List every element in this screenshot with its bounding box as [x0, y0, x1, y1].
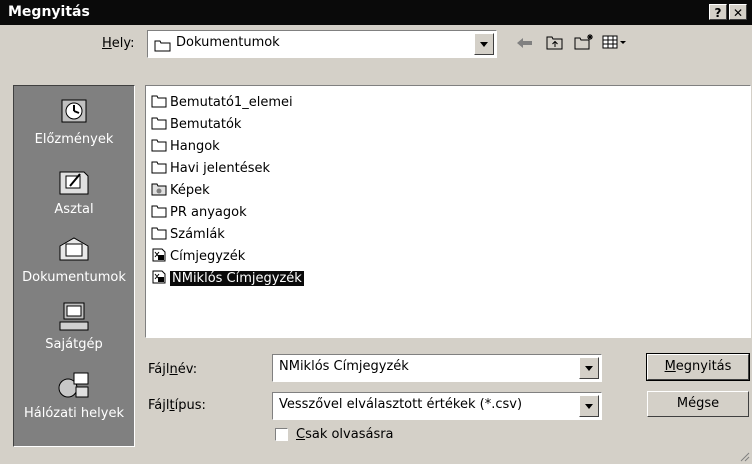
new-folder-icon[interactable] [573, 32, 595, 52]
folder-icon [151, 95, 167, 108]
filetype-label: Fájltípus: [148, 398, 206, 413]
readonly-checkbox[interactable] [275, 428, 288, 441]
image-folder-icon [151, 183, 167, 196]
desktop-icon [59, 171, 89, 195]
csv-file-icon [152, 270, 166, 284]
filename-input[interactable]: NMiklós Címjegyzék [272, 354, 602, 382]
list-item[interactable]: PR anyagok [151, 204, 247, 222]
place-history[interactable]: Előzmények [14, 96, 134, 147]
list-item[interactable]: Bemutatók [151, 116, 241, 134]
file-list[interactable]: Bemutató1_elemei Bemutatók Hangok Havi j… [145, 85, 751, 338]
my-computer-icon [59, 302, 89, 331]
location-value: Dokumentumok [176, 35, 280, 50]
help-button[interactable]: ? [709, 4, 727, 20]
list-item[interactable]: Címjegyzék [151, 248, 245, 266]
location-dropdown[interactable]: Dokumentumok [147, 30, 497, 58]
readonly-label[interactable]: Csak olvasásra [296, 427, 394, 442]
location-dropdown-button[interactable] [474, 33, 494, 55]
csv-file-icon [152, 248, 166, 262]
filetype-select[interactable]: Vesszővel elválasztott értékek (*.csv) [272, 392, 602, 420]
list-item[interactable]: Havi jelentések [151, 160, 270, 178]
up-folder-icon[interactable] [545, 32, 565, 52]
open-dialog: Megnyitás ? ✕ Hely: Dokumentumok Előzmén… [0, 0, 752, 464]
resize-grip-icon[interactable] [738, 450, 750, 462]
folder-icon [151, 205, 167, 218]
list-item[interactable]: Számlák [151, 226, 225, 244]
close-button[interactable]: ✕ [729, 4, 747, 20]
filename-value: NMiklós Címjegyzék [279, 359, 409, 374]
open-button[interactable]: Megnyitás [646, 353, 750, 381]
folder-icon [151, 161, 167, 174]
history-icon [61, 99, 87, 123]
folder-icon [151, 139, 167, 152]
cancel-button[interactable]: Mégse [647, 391, 749, 417]
title-bar[interactable]: Megnyitás ? ✕ [0, 0, 752, 25]
folder-icon [151, 227, 167, 240]
location-label: Hely: [102, 36, 135, 51]
back-arrow-icon[interactable] [515, 34, 535, 54]
places-bar: Előzmények Asztal Dokumentumok Sajátgép … [13, 85, 135, 447]
list-item-selected[interactable]: NMiklós Címjegyzék [151, 270, 304, 288]
place-network[interactable]: Hálózati helyek [14, 370, 134, 421]
list-item[interactable]: Hangok [151, 138, 220, 156]
window-title: Megnyitás [8, 4, 90, 20]
filename-dropdown-button[interactable] [579, 357, 599, 379]
view-menu-icon[interactable] [601, 32, 631, 52]
filename-label: Fájlnév: [148, 362, 198, 377]
filetype-dropdown-button[interactable] [579, 395, 599, 417]
place-my-computer[interactable]: Sajátgép [14, 301, 134, 352]
place-desktop[interactable]: Asztal [14, 166, 134, 217]
list-item[interactable]: Bemutató1_elemei [151, 94, 293, 112]
network-places-icon [58, 372, 89, 398]
filetype-value: Vesszővel elválasztott értékek (*.csv) [279, 397, 523, 412]
folder-icon [151, 117, 167, 130]
list-item[interactable]: Képek [151, 182, 210, 200]
folder-icon [154, 40, 171, 52]
place-documents[interactable]: Dokumentumok [14, 234, 134, 285]
documents-icon [59, 237, 89, 261]
